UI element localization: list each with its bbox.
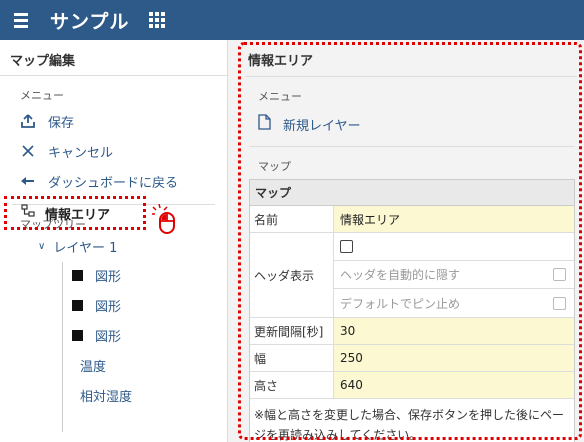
tree-node-shape-3[interactable]: 図形 [0, 320, 228, 350]
chevron-down-icon: ∨ [38, 240, 46, 252]
new-layer-button[interactable]: 新規レイヤー [258, 114, 361, 134]
width-label: 幅 [250, 345, 334, 371]
form-title: マップ [250, 180, 574, 206]
header-display-row: ヘッダ表示 ヘッダを自動的に隠す デフォルトでピン止め [250, 233, 574, 318]
header-display-checkbox[interactable] [340, 240, 353, 253]
tree-node-label: 図形 [95, 269, 122, 285]
reload-note: ※幅と高さを変更した場合、保存ボタンを押した後にページを再読み込みしてください。 [254, 408, 565, 442]
height-row: 高さ 640 [250, 372, 574, 399]
auto-hide-label: ヘッダを自動的に隠す [340, 268, 461, 282]
tree-structure-icon [21, 204, 35, 222]
back-to-dashboard-button[interactable]: ダッシュボードに戻る [0, 166, 227, 196]
black-square-icon [72, 269, 83, 281]
tree-root-info-area[interactable]: 情報エリア [4, 196, 146, 230]
right-menu-section-label: メニュー [258, 90, 302, 103]
auto-hide-checkbox[interactable] [553, 268, 566, 281]
new-layer-label: 新規レイヤー [283, 118, 361, 134]
tree-layer-1[interactable]: ∨ レイヤー 1 [0, 232, 228, 260]
back-arrow-icon [20, 173, 36, 189]
divider [249, 146, 575, 147]
width-row: 幅 250 [250, 345, 574, 372]
cancel-button[interactable]: キャンセル [0, 136, 227, 166]
tree-node-label: 相対湿度 [80, 389, 133, 405]
pin-default-label: デフォルトでピン止め [340, 296, 461, 311]
width-field[interactable]: 250 [334, 345, 574, 371]
tree-node-label: 図形 [95, 299, 122, 315]
height-field[interactable]: 640 [334, 372, 574, 398]
name-label: 名前 [250, 206, 334, 232]
tree-node-label: 図形 [95, 329, 122, 345]
apps-grid-icon[interactable] [149, 12, 166, 28]
tree-node-shape-2[interactable]: 図形 [0, 290, 228, 320]
document-icon [258, 114, 271, 134]
tree-node-temperature[interactable]: 温度 [0, 350, 228, 380]
interval-field[interactable]: 30 [334, 318, 574, 344]
left-panel-header: マップ編集 [0, 40, 227, 76]
pin-default-checkbox[interactable] [553, 296, 566, 310]
tree-node-shape-1[interactable]: 図形 [0, 260, 228, 290]
hamburger-menu-icon[interactable] [14, 12, 36, 28]
tree-connector-line [62, 262, 63, 432]
map-section-label: マップ [258, 160, 291, 173]
save-button[interactable]: 保存 [0, 106, 227, 136]
menu-section-label: メニュー [20, 89, 64, 102]
height-label: 高さ [250, 372, 334, 398]
map-settings-form: マップ 名前 情報エリア ヘッダ表示 ヘッダを自動的に隠す デフォルトでピン止め… [249, 179, 575, 442]
header-display-label: ヘッダ表示 [250, 233, 334, 317]
map-tree: ∨ レイヤー 1 図形 図形 図形 温度 相対湿度 [0, 232, 228, 432]
save-button-label: 保存 [48, 115, 75, 131]
auto-hide-option: ヘッダを自動的に隠す [334, 261, 574, 289]
name-row: 名前 情報エリア [250, 206, 574, 233]
interval-label: 更新間隔[秒] [250, 318, 334, 344]
header-display-option [334, 233, 574, 261]
top-app-bar: サンプル [0, 0, 584, 40]
app-title: サンプル [50, 10, 130, 33]
right-panel-header: 情報エリア [248, 54, 314, 69]
close-icon [20, 143, 36, 159]
black-square-icon [72, 299, 83, 311]
tree-root-label: 情報エリア [45, 207, 111, 223]
tree-node-label: 温度 [80, 359, 107, 375]
pin-default-option: デフォルトでピン止め [334, 289, 574, 317]
back-to-dashboard-label: ダッシュボードに戻る [48, 175, 179, 191]
name-field[interactable]: 情報エリア [334, 206, 574, 232]
tree-layer-label: レイヤー 1 [53, 240, 118, 256]
divider [245, 76, 577, 77]
tree-node-humidity[interactable]: 相対湿度 [0, 380, 228, 410]
cancel-button-label: キャンセル [48, 145, 114, 161]
black-square-icon [72, 329, 83, 341]
interval-row: 更新間隔[秒] 30 [250, 318, 574, 345]
upload-icon [20, 113, 36, 129]
